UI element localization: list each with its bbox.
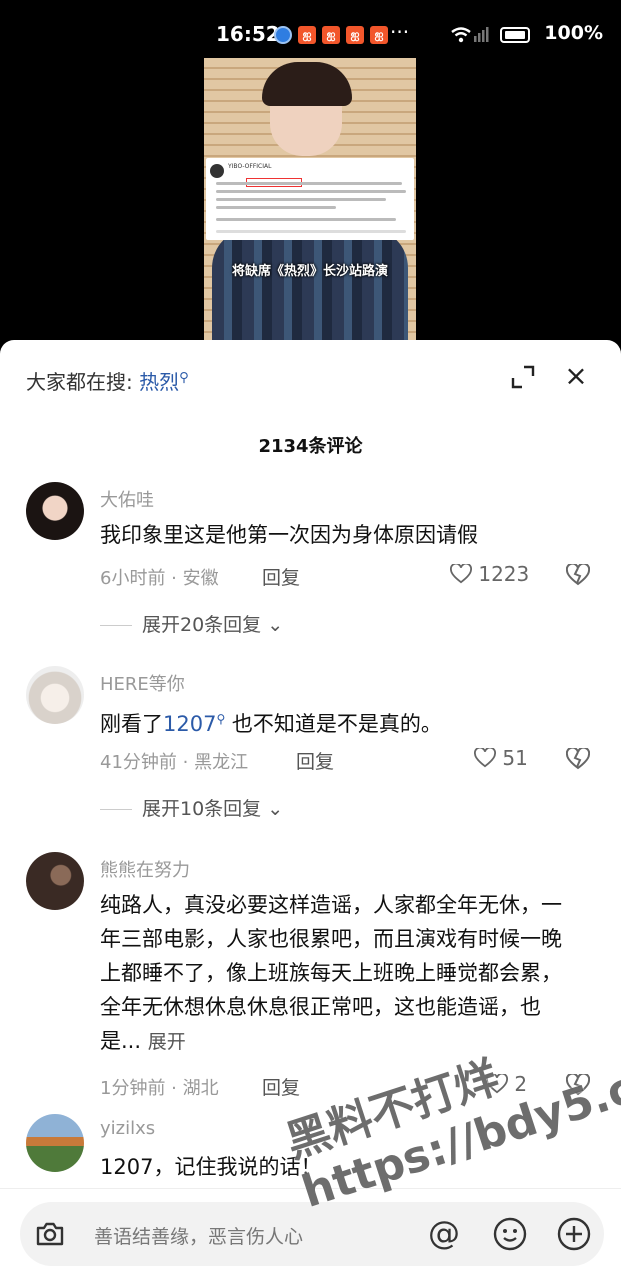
search-suggestion[interactable]: 大家都在搜: 热烈⚲ xyxy=(26,366,189,395)
search-link[interactable]: 1207 xyxy=(163,712,216,736)
close-icon[interactable]: × xyxy=(562,362,590,390)
comment-time-location: 6小时前 · 安徽 xyxy=(100,568,219,589)
comment-time-location: 41分钟前 · 黑龙江 xyxy=(100,752,249,773)
chevron-down-icon: ⌄ xyxy=(267,614,284,636)
plus-icon[interactable] xyxy=(556,1216,592,1252)
comment-text-part: 也不知道是不是真的。 xyxy=(225,712,442,736)
comment-input[interactable]: 善语结善缘，恶言伤人心 xyxy=(94,1222,303,1249)
app-notification-icon: ஐ xyxy=(370,26,388,44)
like-button[interactable]: 1223 xyxy=(450,562,529,586)
input-divider xyxy=(0,1188,621,1189)
browser-icon xyxy=(274,26,292,44)
comment-sheet: 大家都在搜: 热烈⚲ × 2134条评论 大佑哇 我印象里这是他第一次因为身体原… xyxy=(0,340,621,1280)
comment-username[interactable]: 熊熊在努力 xyxy=(100,856,190,882)
comment-count: 2134条评论 xyxy=(258,436,363,457)
post-username: YIBO-OFFICIAL xyxy=(228,163,272,170)
dislike-icon[interactable] xyxy=(566,748,590,770)
search-icon: ⚲ xyxy=(216,712,226,726)
comment-text[interactable]: 纯路人，真没必要这样造谣，人家都全年无休，一年三部电影，人家也很累吧，而且演戏有… xyxy=(100,888,562,1059)
video-player[interactable]: YIBO-OFFICIAL 将缺席《热烈》长沙站路演 xyxy=(0,58,621,350)
app-notification-icon: ஐ xyxy=(346,26,364,44)
post-avatar xyxy=(210,164,224,178)
app-notification-icon: ஐ xyxy=(322,26,340,44)
avatar[interactable] xyxy=(26,482,84,540)
like-count: 1223 xyxy=(478,562,530,586)
status-time: 16:52 xyxy=(216,22,280,46)
dislike-icon[interactable] xyxy=(566,1074,590,1096)
reply-button[interactable]: 回复 xyxy=(296,747,334,774)
video-frame: YIBO-OFFICIAL 将缺席《热烈》长沙站路演 xyxy=(204,58,416,350)
post-text-line xyxy=(216,198,386,201)
like-button[interactable]: 2 xyxy=(486,1072,527,1096)
comment-input-bar[interactable]: 善语结善缘，恶言伤人心 @ xyxy=(20,1202,604,1266)
expand-divider xyxy=(100,809,132,810)
comment-text[interactable]: 刚看了1207⚲ 也不知道是不是真的。 xyxy=(100,702,580,741)
mention-icon[interactable]: @ xyxy=(428,1214,460,1252)
expand-replies-button[interactable]: 展开10条回复 ⌄ xyxy=(100,794,283,821)
heart-icon xyxy=(450,564,472,584)
comment-username[interactable]: HERE等你 xyxy=(100,670,185,696)
avatar[interactable] xyxy=(26,666,84,724)
post-action-line xyxy=(216,230,406,233)
search-suggestion-prefix: 大家都在搜: xyxy=(26,370,133,394)
post-text-line xyxy=(216,190,406,193)
camera-icon[interactable] xyxy=(34,1218,66,1250)
reply-button[interactable]: 回复 xyxy=(262,563,300,590)
collapse-icon[interactable] xyxy=(510,364,536,390)
expand-divider xyxy=(100,625,132,626)
search-icon: ⚲ xyxy=(179,370,189,386)
reply-button[interactable]: 回复 xyxy=(262,1073,300,1100)
avatar[interactable] xyxy=(26,1114,84,1172)
avatar[interactable] xyxy=(26,852,84,910)
like-button[interactable]: 51 xyxy=(474,746,528,770)
emoji-icon[interactable] xyxy=(492,1216,528,1252)
expand-replies-label: 展开10条回复 xyxy=(142,798,262,820)
comment-text-body: 纯路人，真没必要这样造谣，人家都全年无休，一年三部电影，人家也很累吧，而且演戏有… xyxy=(100,893,562,1053)
comment-text[interactable]: 我印象里这是他第一次因为身体原因请假 xyxy=(100,518,580,552)
post-text-line xyxy=(216,218,396,221)
heart-icon xyxy=(474,748,496,768)
expand-replies-label: 展开20条回复 xyxy=(142,614,262,636)
like-count: 51 xyxy=(502,746,528,770)
post-text-line xyxy=(216,206,336,209)
heart-icon xyxy=(486,1074,508,1094)
comment-time-location: 1分钟前 · 湖北 xyxy=(100,1078,219,1099)
post-text-line xyxy=(216,182,402,185)
wifi-icon xyxy=(451,27,489,43)
dislike-icon[interactable] xyxy=(566,564,590,586)
like-count: 2 xyxy=(514,1072,528,1096)
expand-replies-button[interactable]: 展开20条回复 ⌄ xyxy=(100,610,283,637)
comment-username[interactable]: 大佑哇 xyxy=(100,486,154,512)
comment-text-part: 刚看了 xyxy=(100,712,163,736)
video-subtitle: 将缺席《热烈》长沙站路演 xyxy=(231,264,388,279)
battery-icon xyxy=(500,27,530,43)
app-notification-icon: ஐ xyxy=(298,26,316,44)
expand-text-button[interactable]: 展开 xyxy=(148,1031,186,1053)
post-screenshot: YIBO-OFFICIAL xyxy=(206,158,414,240)
battery-percent: 100% xyxy=(544,22,603,44)
comment-username[interactable]: yizilxs xyxy=(100,1118,155,1139)
person-shirt xyxy=(212,228,408,350)
more-notifications-icon: ··· xyxy=(390,20,410,44)
search-suggestion-keyword[interactable]: 热烈 xyxy=(139,370,179,394)
person-hair xyxy=(262,62,352,106)
chevron-down-icon: ⌄ xyxy=(267,798,284,820)
status-bar: 16:52 ஐ ஐ ஐ ஐ ··· 100% xyxy=(0,0,621,58)
comment-text[interactable]: 1207，记住我说的话！ xyxy=(100,1150,580,1184)
